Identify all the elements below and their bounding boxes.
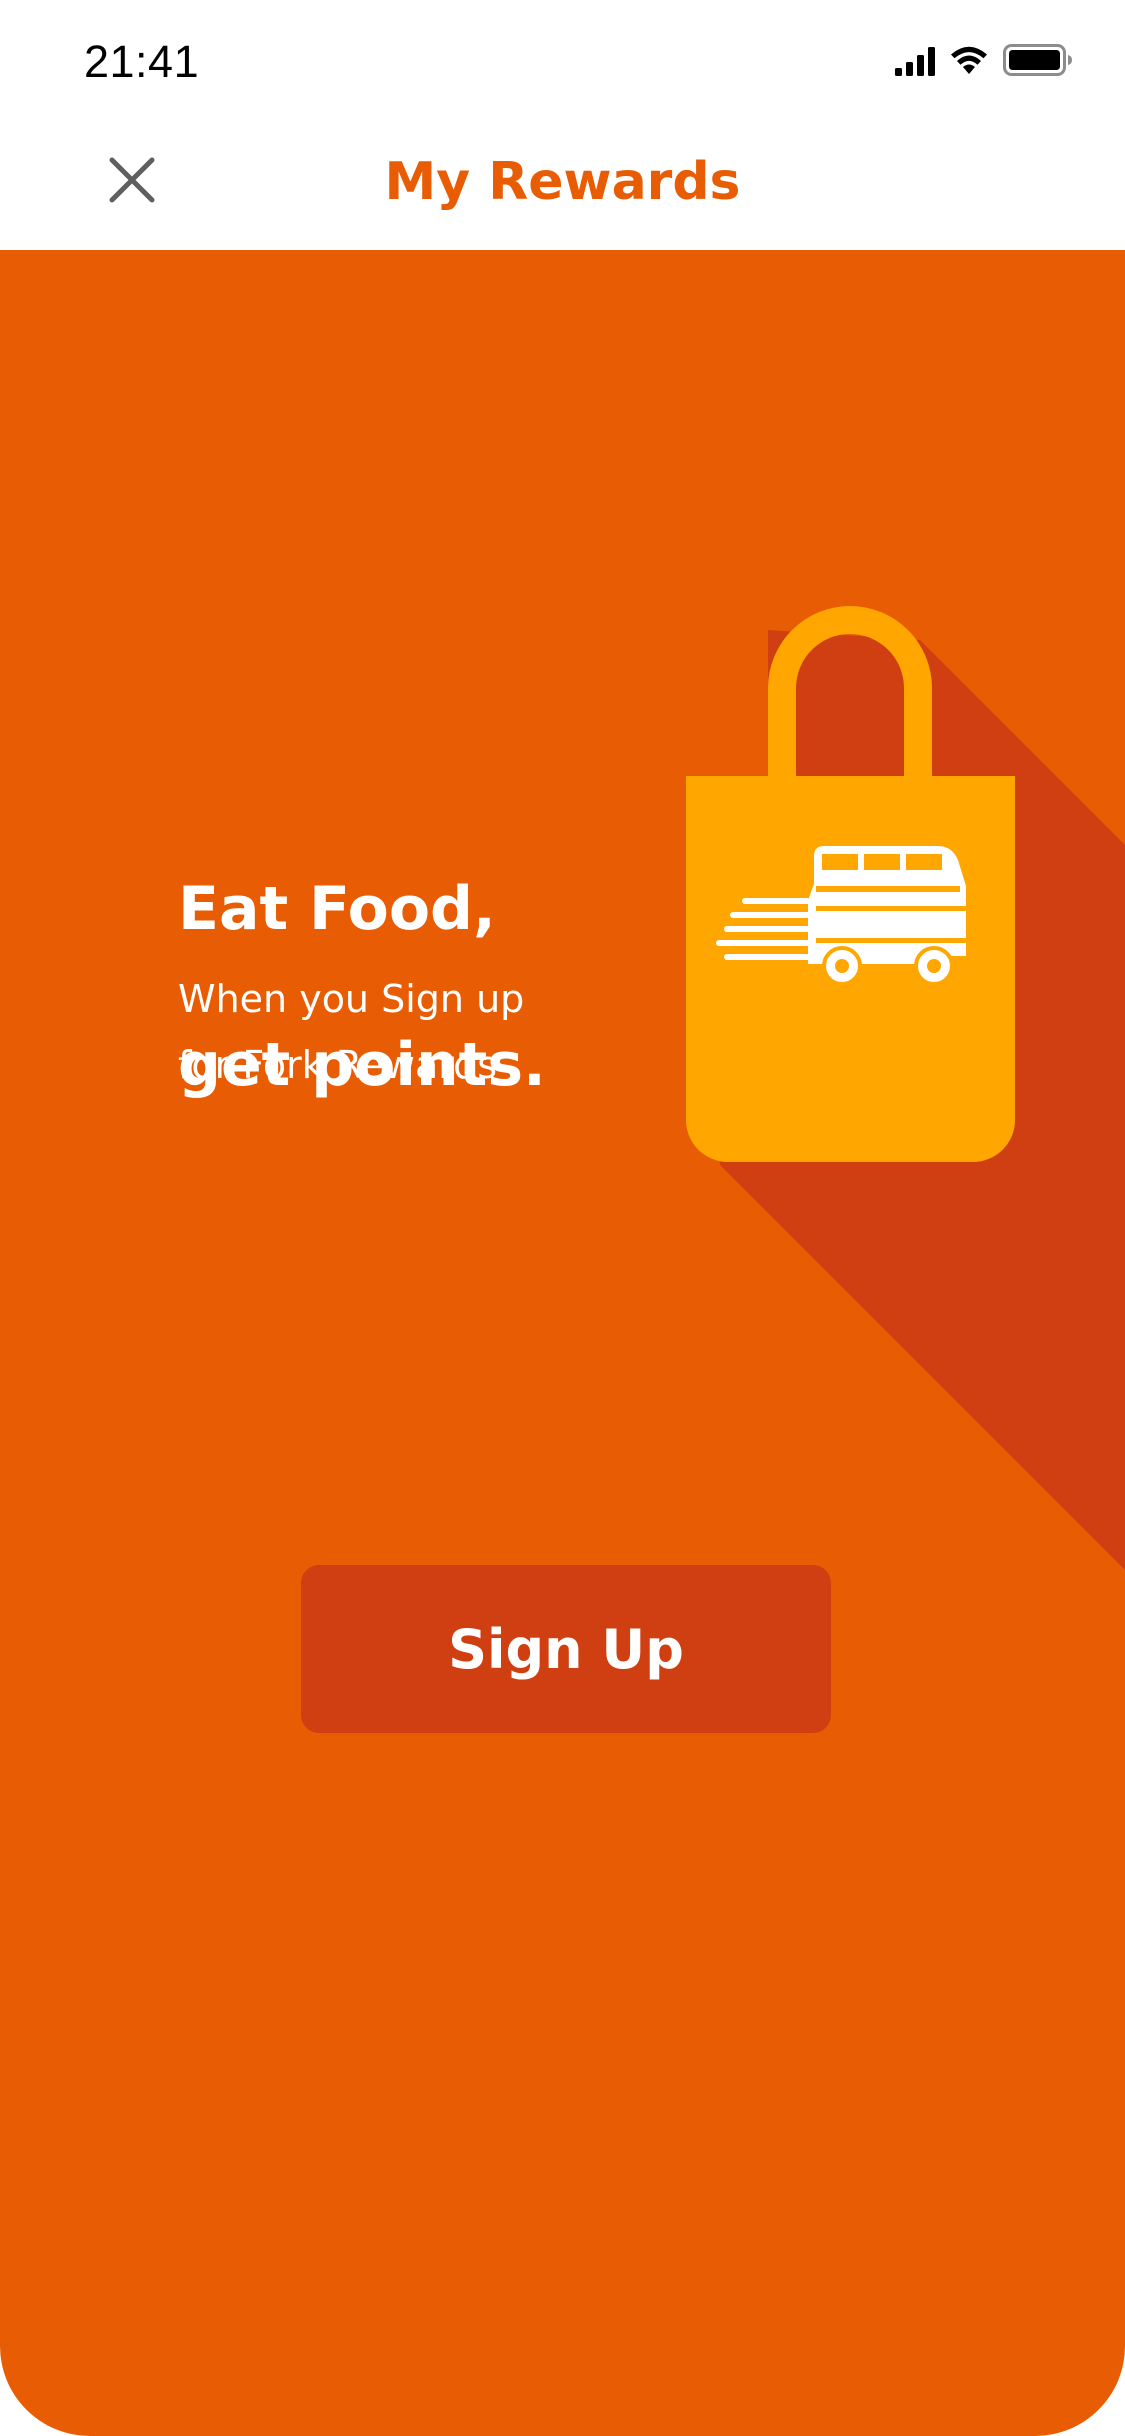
status-time: 21:41 bbox=[84, 36, 200, 87]
cellular-signal-icon bbox=[895, 46, 935, 80]
sign-up-button[interactable]: Sign Up bbox=[301, 1565, 831, 1733]
status-bar: 21:41 bbox=[0, 0, 1125, 96]
promo-subtext: When you Sign up for Fork Rewards bbox=[178, 966, 524, 1098]
status-icons bbox=[895, 44, 1073, 80]
rewards-screen: 21:41 My Rewards Eat Food, get points. W… bbox=[0, 0, 1125, 2436]
shopping-bag-food-truck-icon bbox=[686, 606, 1125, 1570]
wifi-icon bbox=[949, 46, 989, 80]
page-title: My Rewards bbox=[384, 152, 741, 212]
battery-icon bbox=[1003, 44, 1073, 80]
promo-headline-line1: Eat Food, bbox=[178, 874, 496, 944]
promo-subtext-line1: When you Sign up bbox=[178, 977, 525, 1021]
promo-subtext-line2: for Fork Rewards bbox=[178, 1043, 498, 1087]
header: My Rewards bbox=[0, 96, 1125, 250]
rewards-promo-panel: Eat Food, get points. When you Sign up f… bbox=[0, 250, 1125, 2436]
